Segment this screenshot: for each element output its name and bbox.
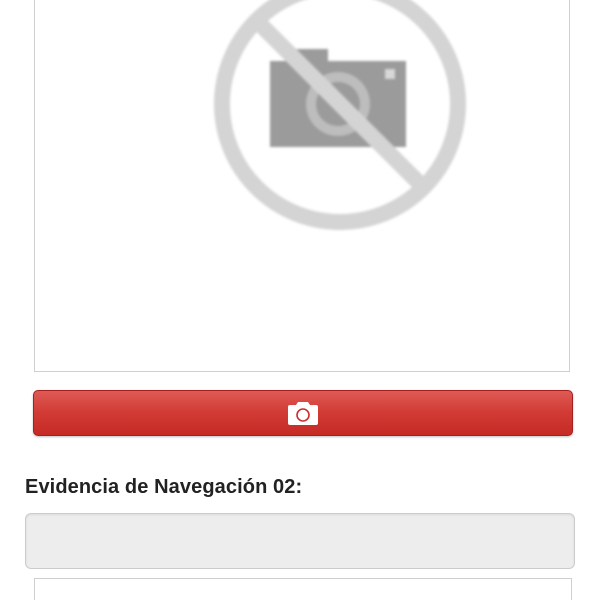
- no-photo-icon: [214, 0, 466, 230]
- camera-icon: [288, 402, 318, 425]
- evidence-02-input[interactable]: [25, 513, 575, 569]
- evidence-form: Evidencia de Navegación 02:: [0, 0, 600, 600]
- evidence-02-label: Evidencia de Navegación 02:: [25, 476, 303, 498]
- take-photo-button[interactable]: [33, 390, 573, 436]
- photo-preview-01: [34, 0, 570, 372]
- photo-preview-02: [34, 578, 572, 600]
